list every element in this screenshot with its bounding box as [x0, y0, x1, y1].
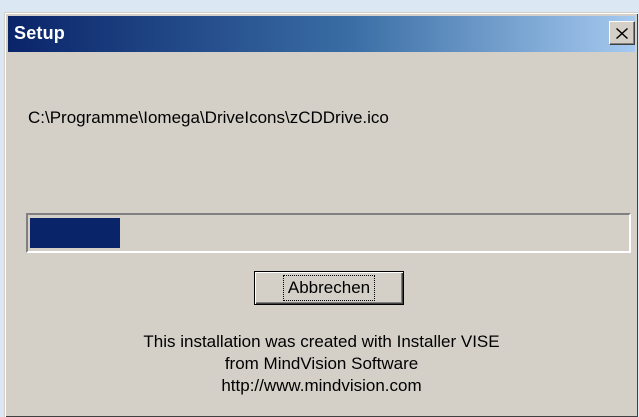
close-icon [616, 27, 628, 39]
cancel-button-label: Abbrechen [282, 275, 376, 301]
cancel-button[interactable]: Abbrechen [254, 271, 404, 305]
installer-credits: This installation was created with Insta… [5, 331, 638, 397]
close-button[interactable] [609, 21, 635, 45]
progress-bar-fill [30, 218, 120, 248]
setup-dialog: Setup C:\Programme\Iomega\DriveIcons\zCD… [4, 12, 638, 417]
current-file-path: C:\Programme\Iomega\DriveIcons\zCDDrive.… [28, 108, 389, 127]
window-title: Setup [14, 23, 66, 43]
progress-bar [26, 213, 631, 253]
credits-line-2: from MindVision Software [224, 354, 419, 373]
title-bar[interactable]: Setup [8, 16, 635, 52]
credits-line-1: This installation was created with Insta… [143, 332, 500, 351]
credits-link: http://www.mindvision.com [221, 376, 422, 395]
